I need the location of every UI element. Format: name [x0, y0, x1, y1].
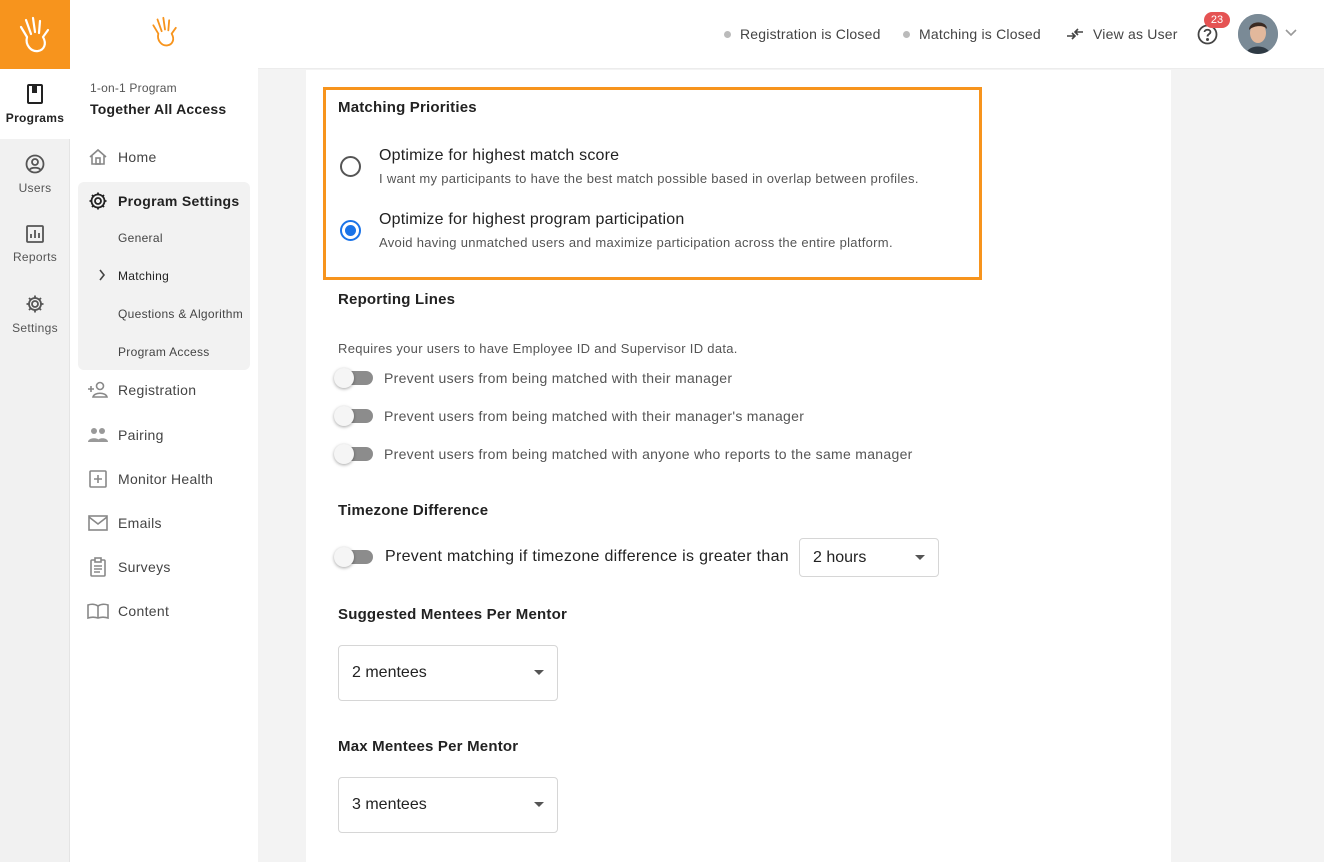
mail-icon — [88, 515, 108, 531]
suggested-mentees-value: 2 mentees — [352, 664, 427, 681]
rail-label: Programs — [5, 110, 65, 125]
timezone-title: Timezone Difference — [338, 502, 489, 519]
sidebar-subitem-questions-algorithm[interactable]: Questions & Algorithm — [118, 307, 243, 321]
registration-status-label: Registration is Closed — [740, 26, 881, 42]
radio-match-score[interactable] — [340, 156, 361, 177]
bar-chart-icon — [26, 224, 44, 243]
timezone-select-value: 2 hours — [813, 548, 867, 566]
sidebar-subitem-program-access[interactable]: Program Access — [118, 345, 210, 359]
chevron-down-icon[interactable] — [1285, 29, 1297, 37]
toggle-label: Prevent users from being matched with th… — [384, 370, 733, 386]
brand-logo[interactable] — [0, 0, 70, 69]
user-circle-icon — [25, 154, 45, 173]
program-name: Together All Access — [90, 101, 227, 117]
max-mentees-title: Max Mentees Per Mentor — [338, 738, 519, 755]
sidebar-item-label: Program Settings — [118, 193, 240, 209]
sidebar-item-label: Pairing — [118, 427, 164, 443]
chevron-right-icon — [99, 269, 106, 281]
gear-icon — [26, 295, 44, 312]
sidebar-item-label: Monitor Health — [118, 471, 214, 487]
max-mentees-value: 3 mentees — [352, 796, 427, 813]
swap-icon — [1067, 28, 1083, 40]
rail-label: Users — [18, 180, 52, 195]
notification-badge: 23 — [1204, 12, 1230, 28]
add-user-icon — [88, 381, 108, 398]
rail-label: Reports — [12, 249, 58, 264]
suggested-mentees-title: Suggested Mentees Per Mentor — [338, 606, 567, 623]
radio-program-participation[interactable] — [340, 220, 361, 241]
dropdown-arrow-icon — [534, 670, 544, 675]
rail-item-reports[interactable]: Reports — [0, 209, 70, 279]
avatar[interactable] — [1238, 14, 1278, 54]
user-photo — [1238, 14, 1278, 54]
registration-status: Registration is Closed — [724, 26, 881, 42]
sidebar-item-program-settings[interactable]: Program Settings — [78, 183, 250, 219]
status-dot-icon — [724, 30, 731, 38]
sidebar-item-surveys[interactable]: Surveys — [78, 549, 250, 585]
option-description: I want my participants to have the best … — [379, 171, 919, 186]
option-title: Optimize for highest program participati… — [379, 211, 685, 228]
matching-priorities-title: Matching Priorities — [338, 99, 477, 116]
toggle-same-manager[interactable] — [334, 444, 373, 464]
people-icon — [88, 428, 108, 442]
status-dot-icon — [903, 30, 910, 38]
suggested-mentees-select[interactable]: 2 mentees — [338, 645, 558, 701]
health-icon — [89, 470, 107, 488]
open-book-icon — [87, 603, 109, 619]
view-as-user-button[interactable]: View as User — [1066, 26, 1178, 42]
waving-hand-icon — [19, 16, 50, 52]
toggle-timezone[interactable] — [334, 547, 373, 567]
sidebar-item-label: Registration — [118, 382, 197, 398]
toggle-manager[interactable] — [334, 368, 373, 388]
toggle-label: Prevent users from being matched with an… — [384, 446, 913, 462]
matching-status-label: Matching is Closed — [919, 26, 1041, 42]
view-as-user-label: View as User — [1093, 26, 1178, 42]
timezone-label: Prevent matching if timezone difference … — [385, 548, 789, 565]
option-title: Optimize for highest match score — [379, 147, 620, 164]
sidebar: 1-on-1 Program Together All Access Home … — [70, 0, 258, 862]
max-mentees-select[interactable]: 3 mentees — [338, 777, 558, 833]
dropdown-arrow-icon — [915, 554, 925, 560]
gear-icon — [89, 192, 107, 210]
sidebar-item-registration[interactable]: Registration — [78, 372, 250, 408]
dropdown-arrow-icon — [534, 802, 544, 807]
sidebar-item-home[interactable]: Home — [78, 139, 250, 175]
toggle-label: Prevent users from being matched with th… — [384, 408, 805, 424]
reporting-lines-note: Requires your users to have Employee ID … — [338, 341, 738, 356]
icon-rail: Programs Users Reports Settings — [0, 0, 70, 862]
sidebar-item-label: Surveys — [118, 559, 171, 575]
sidebar-item-label: Home — [118, 149, 157, 165]
reporting-lines-title: Reporting Lines — [338, 291, 456, 308]
rail-item-users[interactable]: Users — [0, 139, 70, 209]
program-type: 1-on-1 Program — [90, 81, 177, 95]
waving-hand-icon — [150, 15, 180, 54]
sidebar-item-label: Content — [118, 603, 170, 619]
sidebar-item-monitor-health[interactable]: Monitor Health — [78, 461, 250, 497]
rail-item-programs[interactable]: Programs — [0, 69, 70, 139]
book-icon — [27, 83, 43, 104]
clipboard-icon — [90, 557, 106, 577]
timezone-select[interactable]: 2 hours — [799, 538, 939, 577]
sidebar-item-label: Emails — [118, 515, 162, 531]
sidebar-item-pairing[interactable]: Pairing — [78, 417, 250, 453]
matching-status: Matching is Closed — [903, 26, 1041, 42]
sidebar-subitem-matching[interactable]: Matching — [118, 269, 169, 283]
home-icon — [89, 148, 107, 165]
option-description: Avoid having unmatched users and maximiz… — [379, 235, 893, 250]
rail-item-settings[interactable]: Settings — [0, 279, 70, 349]
toggle-managers-manager[interactable] — [334, 406, 373, 426]
rail-label: Settings — [12, 320, 58, 335]
sidebar-subitem-general[interactable]: General — [118, 231, 163, 245]
sidebar-item-content[interactable]: Content — [78, 593, 250, 629]
top-header: Registration is Closed Matching is Close… — [258, 0, 1324, 69]
sidebar-item-emails[interactable]: Emails — [78, 505, 250, 541]
